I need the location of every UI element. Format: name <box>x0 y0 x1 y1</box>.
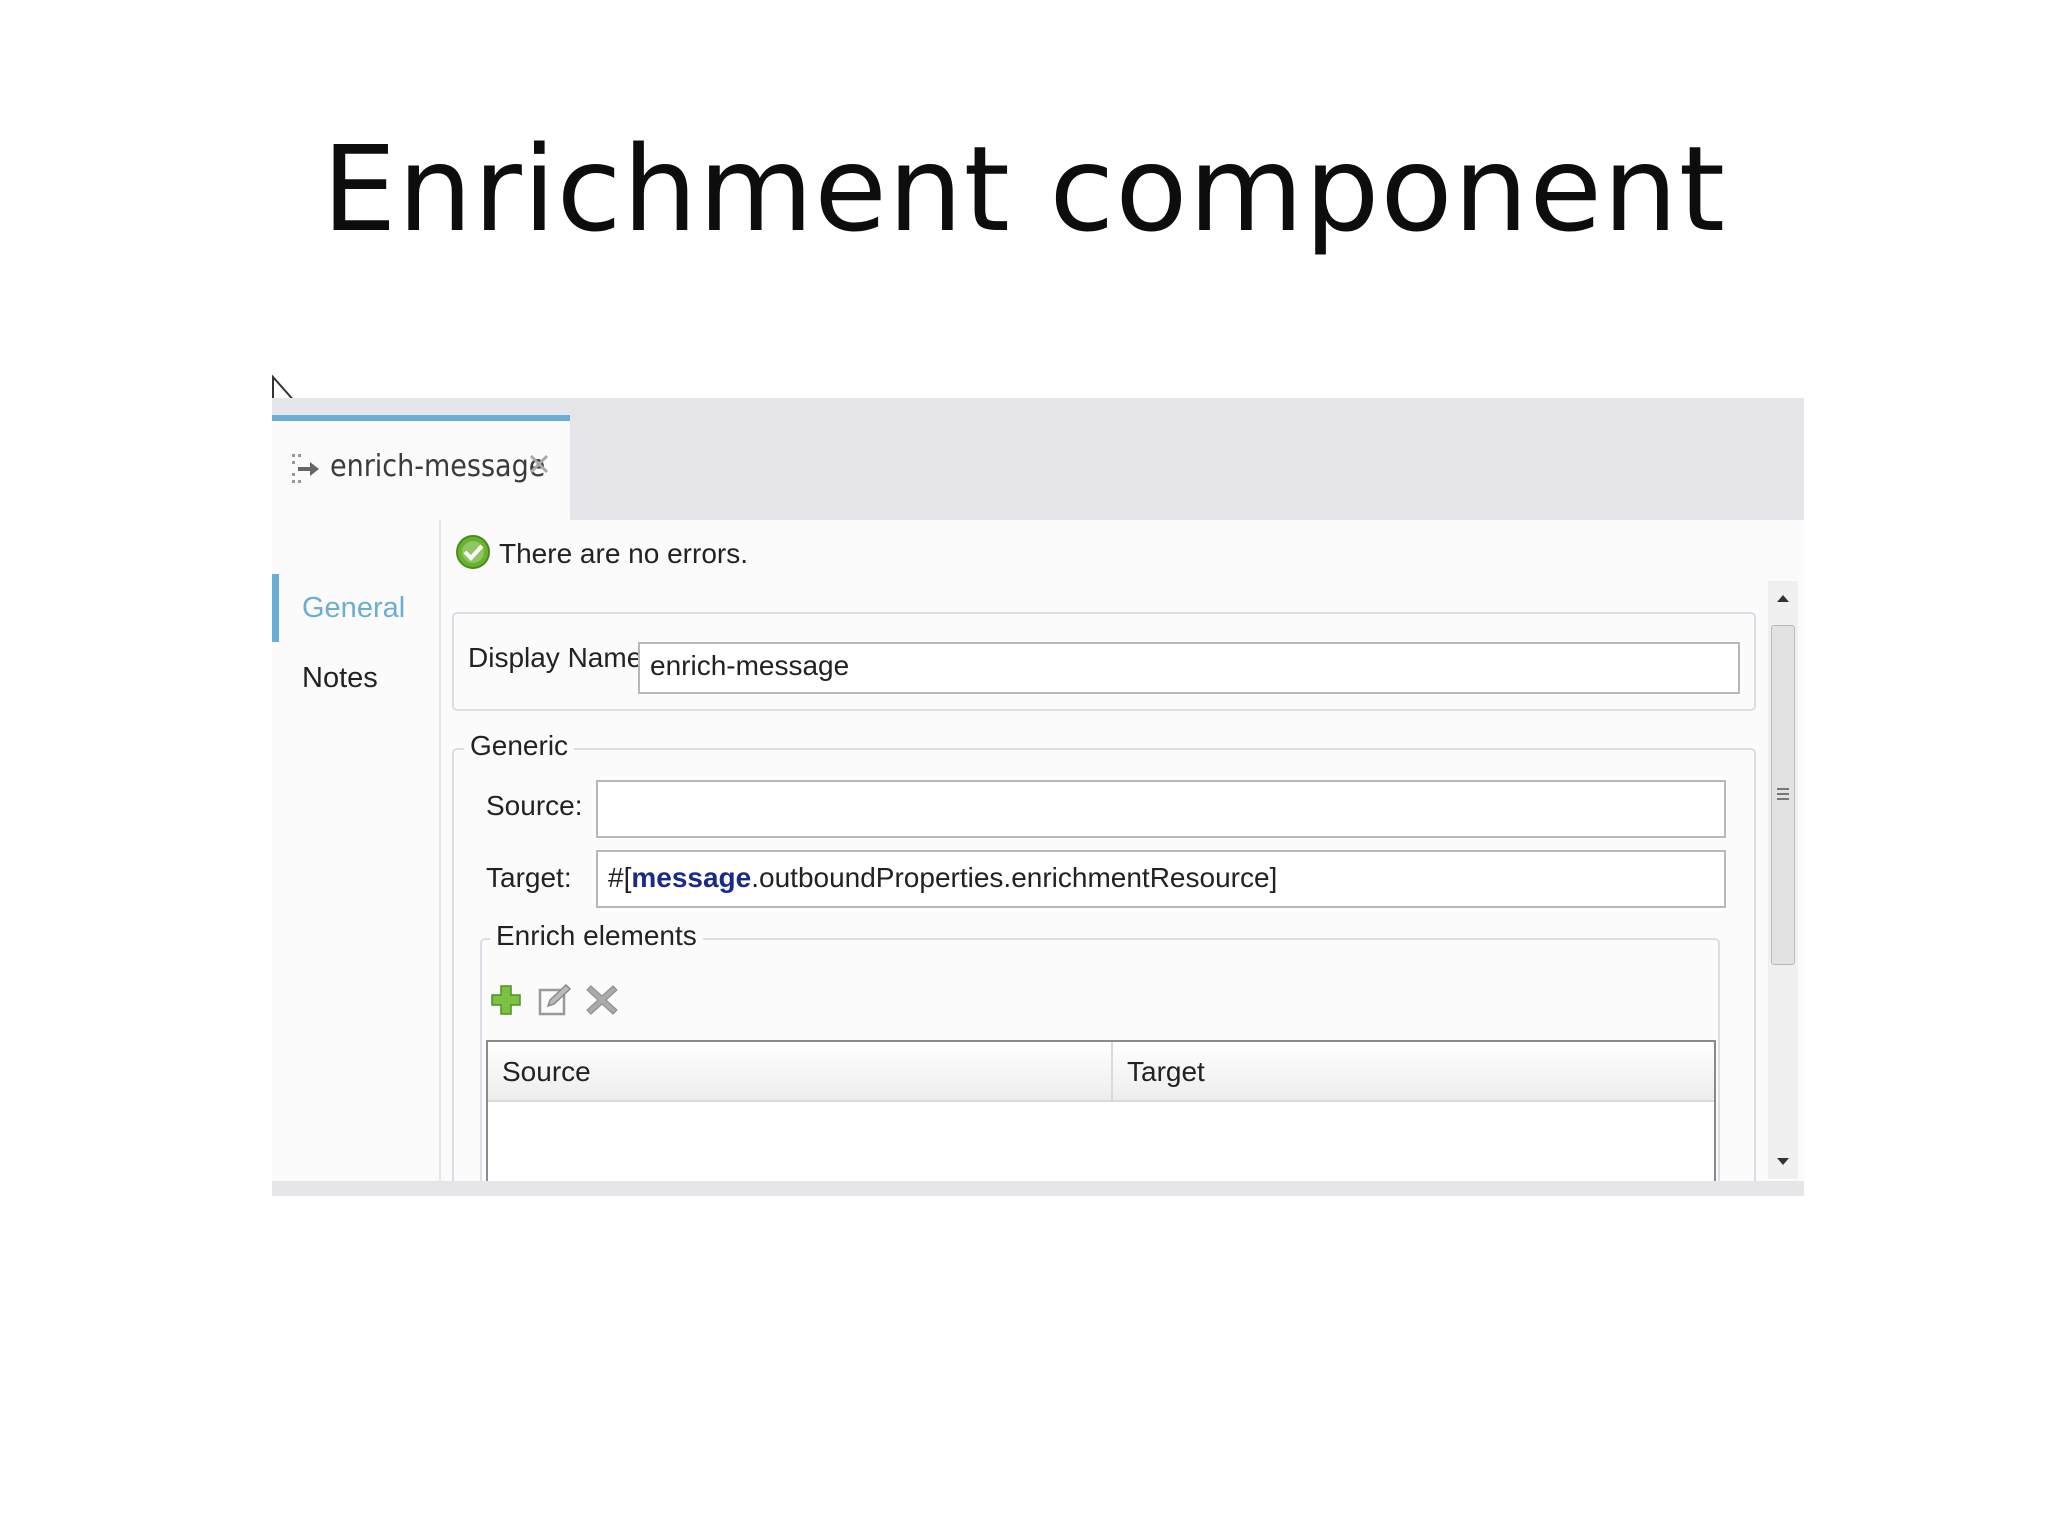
edit-icon[interactable] <box>536 982 572 1018</box>
source-label: Source: <box>486 790 583 821</box>
success-check-icon <box>456 535 490 569</box>
source-input[interactable] <box>596 780 1726 838</box>
target-expression-suffix: .outboundProperties.enrichmentResource] <box>751 862 1278 893</box>
enrich-elements-table[interactable]: Source Target <box>486 1040 1716 1196</box>
target-input[interactable]: #[message.outboundProperties.enrichmentR… <box>596 850 1726 908</box>
properties-editor: enrich-message General Notes There are n… <box>272 398 1804 1196</box>
column-header-source[interactable]: Source <box>488 1042 1113 1102</box>
add-icon[interactable] <box>488 982 524 1018</box>
section-nav: General Notes <box>272 520 439 1196</box>
panel-bottom-border <box>272 1181 1804 1196</box>
vertical-scrollbar[interactable] <box>1768 581 1798 1179</box>
editor-tab-bar: enrich-message <box>272 398 1804 520</box>
display-name-group: Display Name: enrich-message <box>452 612 1756 711</box>
tab-label: enrich-message <box>330 449 546 484</box>
display-name-label: Display Name: <box>468 642 651 673</box>
tab-enrich-message[interactable]: enrich-message <box>272 415 570 520</box>
enrich-elements-group: Enrich elements Source Target <box>480 920 1720 1196</box>
scroll-up-arrow-icon[interactable] <box>1768 581 1798 615</box>
close-icon[interactable] <box>528 453 550 475</box>
scroll-thumb[interactable] <box>1771 625 1795 965</box>
generic-legend: Generic <box>464 730 575 762</box>
column-header-target[interactable]: Target <box>1113 1042 1714 1102</box>
grip-icon <box>1777 788 1789 800</box>
enricher-icon <box>292 454 319 483</box>
slide-title: Enrichment component <box>322 120 1726 258</box>
scroll-down-arrow-icon[interactable] <box>1768 1145 1798 1179</box>
target-expression-keyword: message <box>631 862 752 893</box>
nav-item-notes[interactable]: Notes <box>272 644 432 712</box>
nav-item-general[interactable]: General <box>272 574 432 642</box>
display-name-input[interactable]: enrich-message <box>638 642 1740 694</box>
delete-icon[interactable] <box>584 982 620 1018</box>
target-expression-prefix: #[ <box>608 862 632 893</box>
target-label: Target: <box>486 862 572 893</box>
generic-group: Generic Source: Target: #[message.outbou… <box>452 730 1756 1196</box>
enrich-elements-legend: Enrich elements <box>490 920 703 952</box>
nav-divider <box>439 520 441 1196</box>
status-text: There are no errors. <box>499 538 748 569</box>
